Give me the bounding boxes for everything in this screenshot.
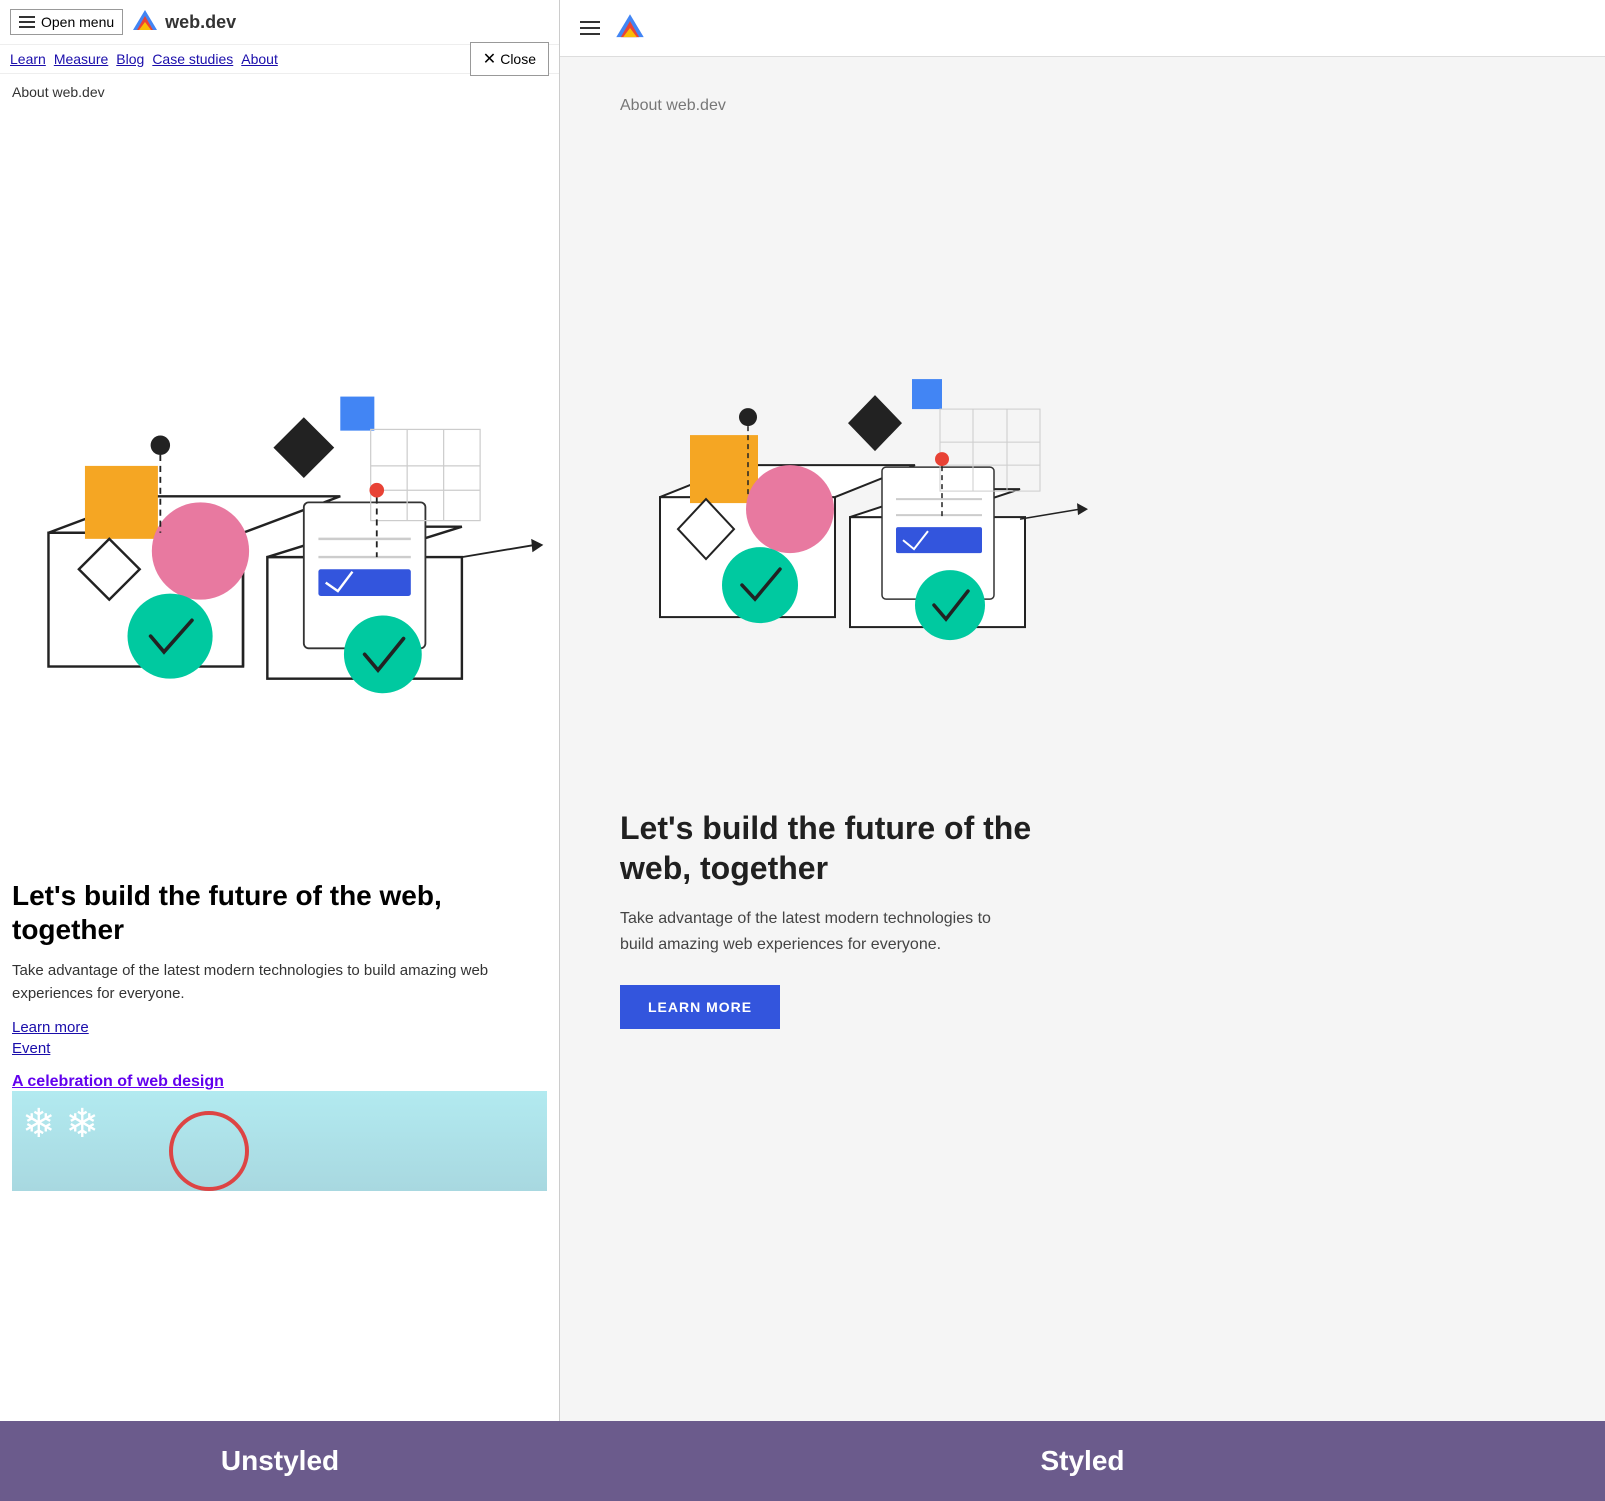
hero-illustration-left <box>12 110 547 858</box>
open-menu-button[interactable]: Open menu <box>10 9 123 35</box>
close-label: Close <box>500 51 536 67</box>
left-links: Learn more Event <box>12 1019 547 1057</box>
learn-more-button[interactable]: LEARN MORE <box>620 985 780 1029</box>
right-hamburger-icon[interactable] <box>580 21 600 35</box>
unstyled-label-container: Unstyled <box>0 1421 560 1501</box>
hero-title-right: Let's build the future of the web, toget… <box>620 808 1040 888</box>
left-header: Open menu web.dev <box>0 0 559 45</box>
snowflake-icon: ❄ <box>22 1101 56 1147</box>
left-body: About web.dev <box>0 74 559 842</box>
bottom-preview: ❄ ❄ <box>12 1091 547 1191</box>
celebration-link[interactable]: A celebration of web design <box>12 1073 224 1090</box>
close-button[interactable]: ✕ Close <box>470 42 549 76</box>
nav-about[interactable]: About <box>241 51 278 67</box>
hero-desc-left: Take advantage of the latest modern tech… <box>12 960 547 1005</box>
nav-blog[interactable]: Blog <box>116 51 144 67</box>
right-logo-icon <box>614 12 646 44</box>
about-label-right: About web.dev <box>620 97 1545 115</box>
nav-learn[interactable]: Learn <box>10 51 46 67</box>
nav-case-studies[interactable]: Case studies <box>152 51 233 67</box>
bottom-labels: Unstyled Styled <box>0 1421 1605 1501</box>
hero-title-left: Let's build the future of the web, toget… <box>12 879 547 946</box>
open-menu-label: Open menu <box>41 14 114 30</box>
logo-icon <box>131 8 159 36</box>
hero-illustration-right <box>620 139 1100 775</box>
hero-desc-right: Take advantage of the latest modern tech… <box>620 906 1000 957</box>
close-x-icon: ✕ <box>483 49 496 69</box>
about-label-left: About web.dev <box>12 84 547 100</box>
nav-links: Learn Measure Blog Case studies About <box>10 51 549 67</box>
hamburger-icon <box>19 16 35 28</box>
unstyled-label: Unstyled <box>221 1445 339 1477</box>
panel-unstyled: Open menu web.dev Learn Measure Blog Cas… <box>0 0 560 1421</box>
logo-area: web.dev <box>131 8 236 36</box>
panel-styled: About web.dev <box>560 0 1605 1421</box>
left-nav-bar: Learn Measure Blog Case studies About ✕ … <box>0 45 559 74</box>
logo-text: web.dev <box>165 12 236 33</box>
learn-more-link[interactable]: Learn more <box>12 1019 547 1036</box>
right-header <box>560 0 1605 57</box>
styled-label-container: Styled <box>560 1421 1605 1501</box>
styled-label: Styled <box>1040 1445 1124 1477</box>
snowflake-icon-2: ❄ <box>66 1101 100 1147</box>
event-link[interactable]: Event <box>12 1040 547 1057</box>
nav-measure[interactable]: Measure <box>54 51 108 67</box>
right-body: About web.dev <box>560 57 1605 773</box>
